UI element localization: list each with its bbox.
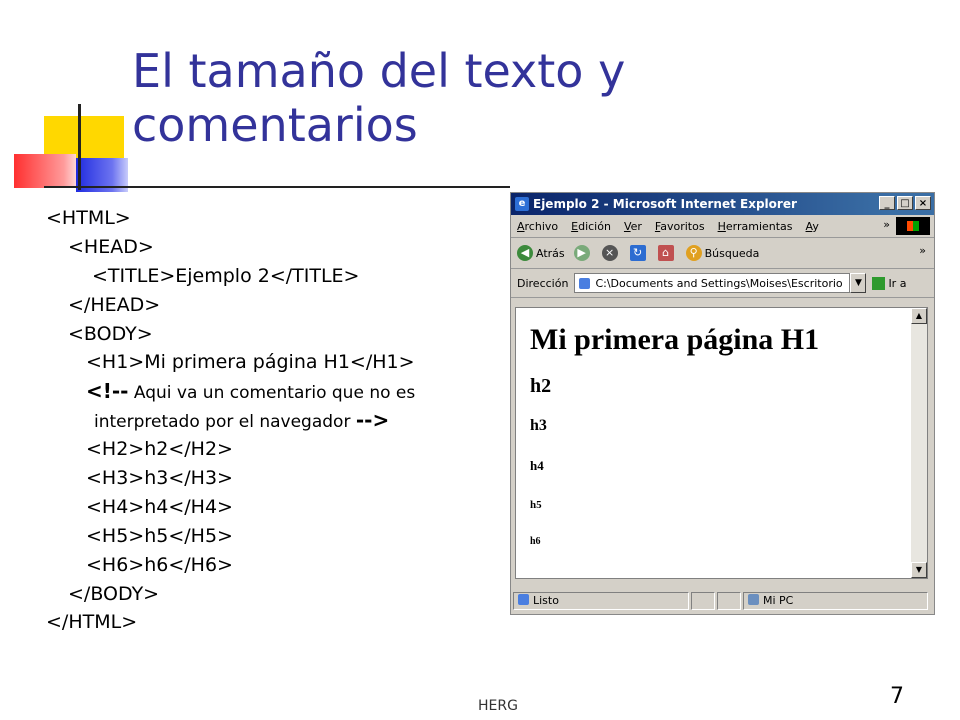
menu-archivo[interactable]: Archivo [517, 220, 558, 233]
windows-logo-icon [896, 217, 930, 235]
code-line: </BODY> [68, 582, 160, 605]
computer-icon [748, 594, 759, 605]
page-heading-h6: h6 [530, 536, 541, 547]
code-line: <HTML> [46, 207, 131, 229]
page-status-icon [518, 594, 529, 605]
back-arrow-icon: ◀ [517, 245, 533, 261]
page-viewport[interactable]: Mi primera página H1 h2 h3 h4 h5 h6 ▲ ▼ [515, 307, 928, 579]
browser-title-bar[interactable]: e Ejemplo 2 - Microsoft Internet Explore… [511, 193, 934, 215]
menu-herramientas[interactable]: Herramientas [718, 220, 793, 233]
close-button[interactable]: × [915, 196, 931, 210]
code-line: </HEAD> [68, 293, 161, 316]
home-icon: ⌂ [657, 245, 674, 261]
comment-line-1: <!-- Aqui va un comentario que no es [86, 379, 416, 404]
address-bar: Dirección C:\Documents and Settings\Mois… [511, 269, 934, 298]
red-bar-decoration [14, 154, 76, 188]
search-label: Búsqueda [704, 246, 760, 260]
menu-overflow-chevron[interactable]: » [883, 218, 890, 231]
scroll-down-button[interactable]: ▼ [911, 562, 927, 578]
comment-line-2: interpretado por el navegador --> [94, 408, 390, 433]
rendered-page: Mi primera página H1 h2 h3 h4 h5 h6 [530, 320, 900, 548]
window-title: Ejemplo 2 - Microsoft Internet Explorer [533, 197, 797, 211]
page-heading-h5: h5 [530, 499, 542, 511]
minimize-button[interactable]: _ [879, 196, 895, 210]
maximize-button[interactable]: □ [897, 196, 913, 210]
address-input[interactable]: C:\Documents and Settings\Moises\Escrito… [574, 273, 851, 293]
back-label: Atrás [536, 246, 565, 260]
go-label: Ir a [888, 276, 907, 290]
menu-bar: Archivo Edición Ver Favoritos Herramient… [511, 215, 934, 238]
menu-edicion[interactable]: Edición [571, 220, 611, 233]
status-cell-empty [691, 592, 715, 610]
vertical-rule [78, 104, 81, 190]
page-heading-h4: h4 [530, 458, 544, 473]
menu-ver[interactable]: Ver [624, 220, 642, 233]
title-line-2: comentarios [132, 98, 418, 152]
status-text-cell: Listo [513, 592, 689, 610]
slide-number: 7 [890, 684, 904, 709]
code-line: <H5>h5</H5> [86, 524, 233, 547]
standard-toolbar: ◀ Atrás ▶ × ↻ ⌂ ⚲ Búsqueda » [511, 238, 934, 269]
forward-arrow-icon: ▶ [573, 245, 590, 261]
status-bar: Listo Mi PC [513, 591, 932, 611]
go-arrow-icon [872, 276, 886, 290]
search-button[interactable]: ⚲ Búsqueda [685, 245, 760, 261]
code-line: <TITLE>Ejemplo 2</TITLE> [92, 264, 360, 287]
code-line: <HEAD> [68, 235, 154, 258]
window-controls: _ □ × [879, 196, 931, 210]
slide-title: El tamaño del texto y comentarios [132, 44, 892, 152]
code-line: <BODY> [68, 322, 153, 345]
html-code-listing: <HTML> <HEAD> <TITLE>Ejemplo 2</TITLE> <… [46, 204, 506, 637]
forward-button[interactable]: ▶ [573, 245, 593, 261]
vertical-scrollbar[interactable]: ▲ ▼ [911, 308, 927, 578]
menu-favoritos[interactable]: Favoritos [655, 220, 705, 233]
page-heading-h2: h2 [530, 375, 552, 397]
toolbar-overflow-chevron[interactable]: » [919, 244, 926, 257]
code-line: <H6>h6</H6> [86, 553, 233, 576]
code-line: <H1>Mi primera página H1</H1> [86, 351, 415, 374]
code-line: </HTML> [46, 611, 138, 634]
status-zone-cell: Mi PC [743, 592, 928, 610]
search-icon: ⚲ [685, 245, 702, 261]
code-line: <H2>h2</H2> [86, 438, 233, 461]
page-heading-h1: Mi primera página H1 [530, 323, 820, 356]
horizontal-rule [44, 186, 510, 188]
refresh-button[interactable]: ↻ [629, 245, 649, 261]
code-line: <H4>h4</H4> [86, 495, 233, 518]
status-zone: Mi PC [763, 594, 794, 607]
status-cell-empty [717, 592, 741, 610]
status-text: Listo [533, 594, 559, 607]
address-label: Dirección [517, 276, 569, 290]
refresh-icon: ↻ [629, 245, 646, 261]
address-dropdown-button[interactable]: ▼ [850, 273, 867, 293]
stop-icon: × [601, 245, 618, 261]
browser-window: e Ejemplo 2 - Microsoft Internet Explore… [510, 192, 935, 615]
back-button[interactable]: ◀ Atrás [517, 245, 565, 261]
slide-footer: HERG [478, 698, 518, 714]
ie-logo-icon: e [515, 197, 529, 211]
code-line: <H3>h3</H3> [86, 467, 233, 490]
home-button[interactable]: ⌂ [657, 245, 677, 261]
page-heading-h3: h3 [530, 417, 547, 434]
scroll-up-button[interactable]: ▲ [911, 308, 927, 324]
stop-button[interactable]: × [601, 245, 621, 261]
go-button[interactable]: Ir a [872, 276, 907, 290]
menu-ayuda[interactable]: Ay [806, 220, 819, 233]
title-line-1: El tamaño del texto y [132, 44, 626, 98]
